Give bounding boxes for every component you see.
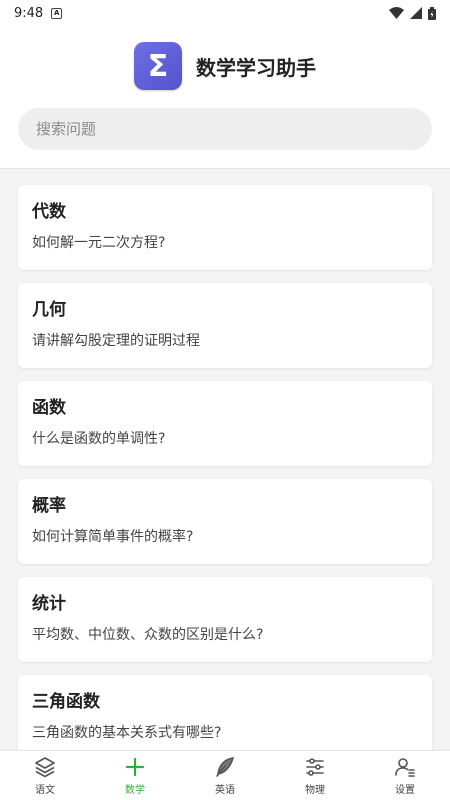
layers-icon [35, 757, 55, 778]
feather-icon [216, 757, 235, 777]
question-card-probability[interactable]: 概率 如何计算简单事件的概率? [18, 479, 432, 564]
question-text: 什么是函数的单调性? [32, 431, 166, 447]
question-card-statistics[interactable]: 统计 平均数、中位数、众数的区别是什么? [18, 577, 432, 662]
tab-label: 物理 [305, 785, 325, 796]
sigma-logo-icon: Σ [134, 42, 182, 90]
question-category: 三角函数 [32, 692, 100, 712]
question-card-trigonometry[interactable]: 三角函数 三角函数的基本关系式有哪些? [18, 675, 432, 750]
tab-label: 英语 [215, 785, 235, 796]
user-settings-icon [395, 758, 415, 777]
question-card-function[interactable]: 函数 什么是函数的单调性? [18, 381, 432, 466]
question-category: 代数 [32, 202, 66, 222]
tab-english[interactable]: 英语 [180, 751, 270, 800]
question-card-algebra[interactable]: 代数 如何解一元二次方程? [18, 185, 432, 270]
question-category: 统计 [32, 594, 66, 614]
status-bar: 9:48 A [0, 0, 450, 26]
tab-label: 数学 [125, 785, 145, 796]
question-category: 概率 [32, 496, 66, 516]
plus-icon [125, 757, 145, 777]
question-text: 如何计算简单事件的概率? [32, 529, 194, 545]
tab-label: 设置 [395, 785, 415, 796]
wifi-icon [389, 7, 404, 19]
status-time: 9:48 [14, 5, 44, 21]
question-text: 平均数、中位数、众数的区别是什么? [32, 627, 264, 643]
question-list: 代数 如何解一元二次方程? 几何 请讲解勾股定理的证明过程 函数 什么是函数的单… [0, 170, 450, 750]
question-category: 几何 [32, 300, 66, 320]
question-card-geometry[interactable]: 几何 请讲解勾股定理的证明过程 [18, 283, 432, 368]
app-header: Σ 数学学习助手 [0, 26, 450, 169]
signal-icon [410, 7, 422, 19]
battery-icon [428, 6, 436, 20]
question-text: 三角函数的基本关系式有哪些? [32, 725, 222, 741]
tab-settings[interactable]: 设置 [360, 751, 450, 800]
search-input[interactable] [18, 108, 432, 150]
tab-label: 语文 [35, 785, 55, 796]
title-row: Σ 数学学习助手 [0, 41, 450, 91]
tab-chinese[interactable]: 语文 [0, 751, 90, 800]
question-category: 函数 [32, 398, 66, 418]
tab-physics[interactable]: 物理 [270, 751, 360, 800]
bottom-tab-bar: 语文 数学 英语 物理 设置 [0, 750, 450, 800]
app-title: 数学学习助手 [196, 55, 316, 80]
tab-math[interactable]: 数学 [90, 751, 180, 800]
question-text: 请讲解勾股定理的证明过程 [32, 333, 200, 349]
question-text: 如何解一元二次方程? [32, 235, 166, 251]
a-notification-icon: A [51, 7, 63, 19]
sliders-icon [306, 758, 324, 776]
